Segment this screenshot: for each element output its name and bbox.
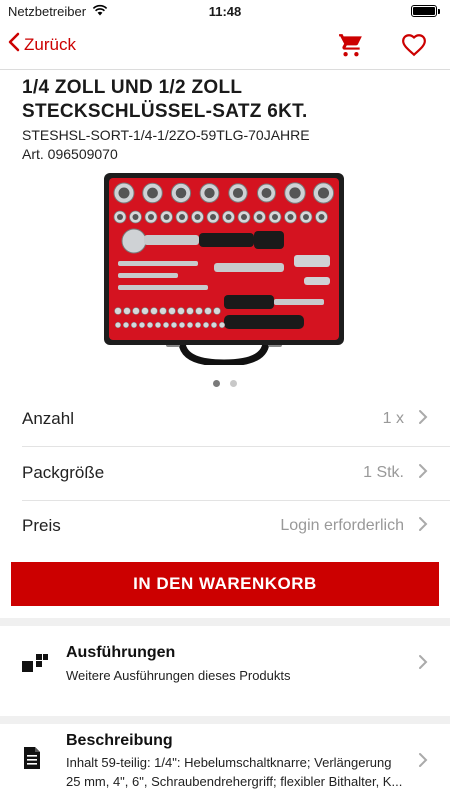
chevron-left-icon — [8, 32, 20, 57]
product-sku: STESHSL-SORT-1/4-1/2ZO-59TLG-70JAHRE — [22, 127, 310, 143]
battery-icon — [411, 5, 437, 17]
row-label: Preis — [22, 516, 61, 535]
back-button[interactable]: Zurück — [8, 32, 76, 57]
chevron-right-icon — [418, 409, 428, 430]
section-divider — [0, 618, 450, 626]
row-package-size[interactable]: Packgröße 1 Stk. — [0, 446, 450, 500]
add-to-cart-button[interactable]: IN DEN WARENKORB — [11, 562, 439, 606]
variants-icon — [22, 652, 48, 679]
section-title: Ausführungen — [66, 644, 176, 661]
pagination-dot[interactable] — [213, 380, 220, 387]
row-label: Packgröße — [22, 463, 105, 482]
row-quantity[interactable]: Anzahl 1 x — [0, 392, 450, 446]
battery-indicator — [411, 5, 440, 17]
status-time: 11:48 — [208, 4, 242, 19]
heart-icon[interactable] — [401, 32, 427, 63]
shopping-cart-icon[interactable] — [338, 32, 364, 63]
chevron-right-icon — [418, 516, 428, 537]
back-label: Zurück — [24, 34, 76, 54]
image-pagination — [0, 380, 450, 387]
section-subtitle: Weitere Ausführungen dieses Produkts — [66, 668, 291, 683]
product-image[interactable] — [104, 165, 344, 367]
row-value: 1 Stk. — [363, 464, 404, 481]
chevron-right-icon — [418, 752, 428, 773]
product-title: 1/4 ZOLL UND 1/2 ZOLL STECKSCHLÜSSEL-SAT… — [22, 77, 308, 122]
row-value: Login erforderlich — [280, 517, 404, 534]
section-subtitle: Inhalt 59-teilig: 1/4": Hebelumschaltkna… — [66, 755, 403, 789]
chevron-right-icon — [418, 463, 428, 484]
description-section[interactable]: Beschreibung Inhalt 59-teilig: 1/4": Heb… — [0, 724, 450, 800]
pagination-dot[interactable] — [230, 380, 237, 387]
navigation-bar: Zurück — [0, 22, 450, 70]
section-divider — [0, 716, 450, 724]
row-label: Anzahl — [22, 409, 74, 428]
variants-section[interactable]: Ausführungen Weitere Ausführungen dieses… — [0, 626, 450, 718]
document-icon — [22, 746, 42, 775]
row-price[interactable]: Preis Login erforderlich — [0, 499, 450, 553]
product-article-number: Art. 096509070 — [22, 146, 118, 162]
row-value: 1 x — [382, 410, 404, 427]
section-title: Beschreibung — [66, 732, 173, 749]
chevron-right-icon — [418, 654, 428, 675]
status-bar: Netzbetreiber 11:48 — [0, 0, 450, 22]
